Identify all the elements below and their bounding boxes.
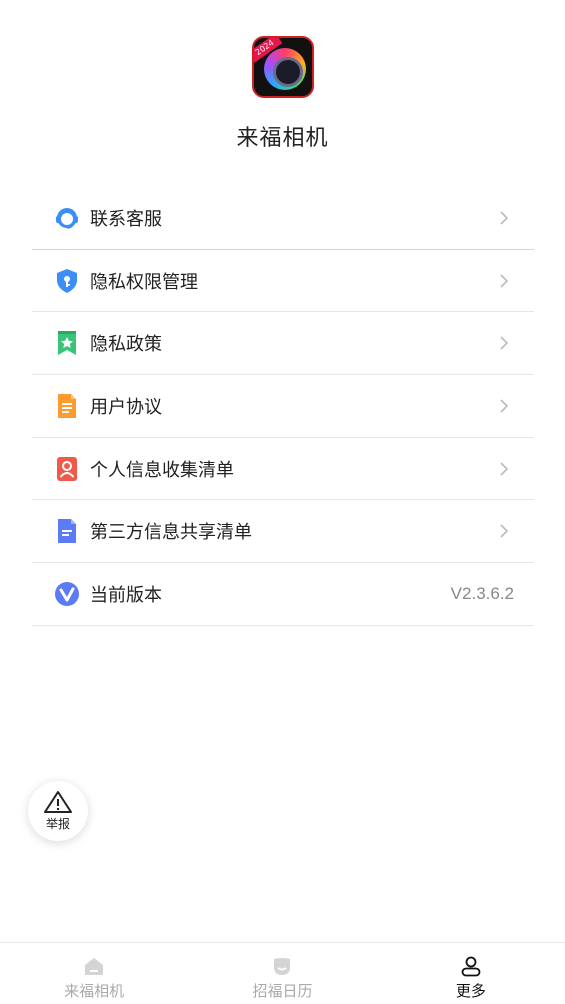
camera-lens-icon — [263, 48, 306, 90]
tab-label: 更多 — [455, 982, 486, 1000]
chevron-right-icon — [500, 211, 509, 225]
calendar-icon — [274, 958, 291, 975]
bookmark-star-icon — [54, 330, 80, 356]
warning-icon — [44, 791, 72, 813]
version-v-icon — [54, 581, 80, 607]
shield-icon — [54, 268, 80, 294]
menu-item-personal-info-list[interactable]: 个人信息收集清单 — [32, 438, 534, 501]
tab-more[interactable]: 更多 — [377, 943, 565, 1004]
menu-item-label: 用户协议 — [90, 396, 162, 418]
tab-label: 来福相机 — [64, 982, 125, 1000]
tab-label: 招福日历 — [252, 982, 313, 1000]
app-name: 来福相机 — [236, 126, 329, 151]
report-button[interactable]: 举报 — [28, 781, 88, 841]
report-label: 举报 — [45, 817, 70, 831]
person-card-icon — [54, 456, 80, 482]
menu-item-third-party-sharing-list[interactable]: 第三方信息共享清单 — [32, 500, 534, 564]
bottom-tab-bar: 来福相机 招福日历 更多 — [0, 942, 565, 1004]
menu-item-user-agreement[interactable]: 用户协议 — [32, 375, 534, 438]
settings-menu: 联系客服 隐私权限管理 隐私政策 用户协议 个人信息收集清单 第三方信息共享清单… — [32, 187, 534, 626]
menu-item-label: 第三方信息共享清单 — [90, 522, 252, 544]
menu-item-privacy-permissions[interactable]: 隐私权限管理 — [32, 250, 534, 313]
app-header: 2024 来福相机 — [0, 36, 565, 152]
tab-calendar[interactable]: 招福日历 — [188, 943, 376, 1004]
menu-item-label: 当前版本 — [90, 584, 162, 606]
tab-camera[interactable]: 来福相机 — [0, 943, 188, 1004]
chevron-right-icon — [500, 336, 509, 350]
menu-item-label: 联系客服 — [90, 208, 162, 230]
chevron-right-icon — [500, 462, 509, 476]
menu-item-label: 个人信息收集清单 — [90, 459, 234, 481]
document-icon — [54, 393, 80, 419]
customer-service-icon — [54, 205, 80, 231]
menu-item-customer-service[interactable]: 联系客服 — [32, 187, 534, 250]
app-logo: 2024 — [251, 36, 314, 98]
user-icon — [461, 956, 481, 977]
menu-item-label: 隐私权限管理 — [90, 271, 198, 293]
chevron-right-icon — [500, 399, 509, 413]
chevron-right-icon — [500, 273, 509, 288]
version-value: V2.3.6.2 — [450, 583, 514, 603]
menu-item-privacy-policy[interactable]: 隐私政策 — [32, 312, 534, 376]
menu-item-current-version: 当前版本 V2.3.6.2 — [32, 563, 534, 626]
home-icon — [85, 958, 104, 975]
chevron-right-icon — [500, 524, 509, 538]
list-document-icon — [54, 518, 80, 544]
menu-item-label: 隐私政策 — [90, 334, 162, 356]
